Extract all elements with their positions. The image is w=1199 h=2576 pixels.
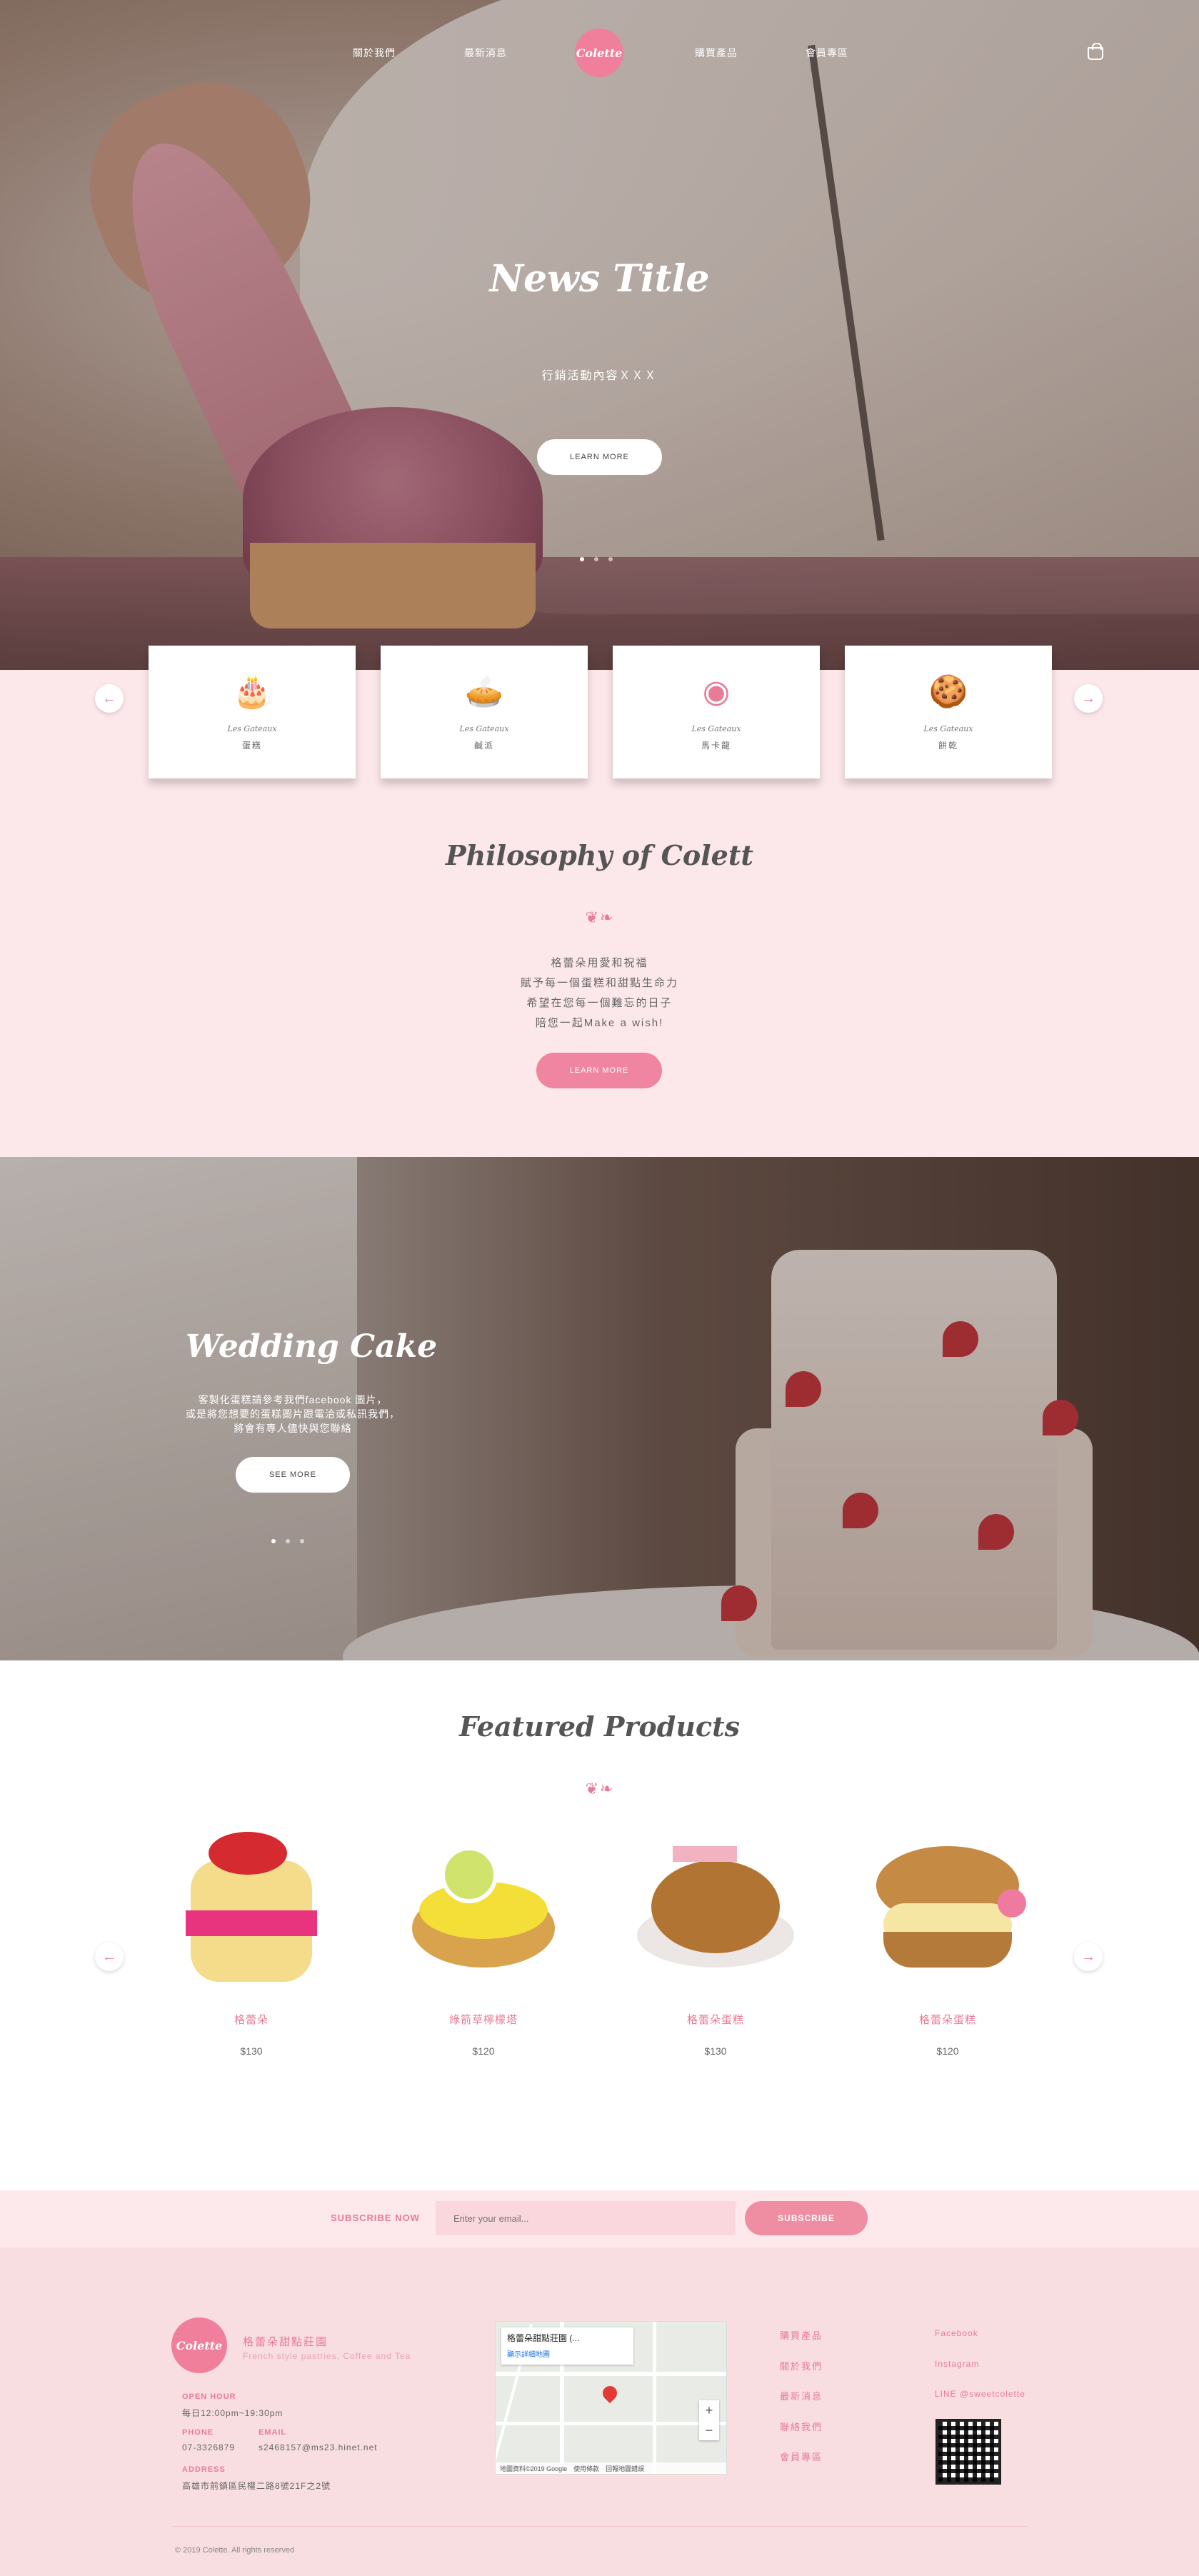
arrow-left-icon: ← (102, 1949, 116, 1965)
wedding-slide-dots (271, 1539, 304, 1543)
product-name[interactable]: 格蕾朵蛋糕 (855, 2012, 1040, 2027)
products-next-button[interactable]: → (1074, 1943, 1103, 1971)
subscribe-label: SUBSCRIBE NOW (331, 2212, 420, 2223)
slide-dot[interactable] (271, 1539, 276, 1543)
product-price: $120 (472, 2045, 495, 2057)
footer-line-link[interactable]: LINE @sweetcolette (935, 2389, 1025, 2399)
product-card[interactable]: 綠箭草檸檬塔 $120 (391, 1818, 576, 2057)
wedding-text: 客製化蛋糕請參考我們facebook 圖片， 或是將您想要的蛋糕圖片跟電洽或私訊… (186, 1394, 400, 1434)
category-card-macaron[interactable]: ◉ Les Gateaux 馬卡龍 (613, 646, 820, 778)
product-image[interactable] (398, 1818, 569, 1989)
subscribe-button[interactable]: SUBSCRIBE (745, 2201, 868, 2235)
footer-link-member[interactable]: 會員專區 (780, 2450, 823, 2463)
philosophy-learn-more-button[interactable]: LEARN MORE (536, 1053, 662, 1088)
phone-label: PHONE (182, 2428, 214, 2437)
copyright: © 2019 Colette. All rights reserved (175, 2546, 295, 2555)
product-price: $130 (704, 2045, 727, 2057)
slide-dot[interactable] (580, 557, 584, 561)
nav-member[interactable]: 會員專區 (806, 46, 848, 60)
slide-dot[interactable] (286, 1539, 290, 1543)
category-next-button[interactable]: → (1074, 684, 1103, 713)
wedding-see-more-button[interactable]: SEE MORE (236, 1457, 350, 1493)
category-card-cake[interactable]: 🎂 Les Gateaux 蛋糕 (149, 646, 356, 778)
product-price: $120 (936, 2045, 959, 2057)
pie-icon: 🥧 (464, 674, 504, 709)
nav-news[interactable]: 最新消息 (464, 46, 507, 60)
footer-link-about[interactable]: 關於我們 (780, 2359, 823, 2372)
phone-value: 07-3326879 (182, 2442, 236, 2452)
macaron-icon: ◉ (702, 674, 731, 709)
footer-link-news[interactable]: 最新消息 (780, 2389, 823, 2402)
product-name[interactable]: 格蕾朵 (159, 2012, 344, 2027)
top-nav: 關於我們 最新消息 Colette 購買產品 會員專區 (0, 21, 1199, 77)
footer-instagram-link[interactable]: Instagram (935, 2359, 979, 2369)
hero-slide-dots (580, 557, 613, 561)
product-image[interactable] (862, 1818, 1033, 1989)
map-zoom-control[interactable]: + − (699, 2400, 719, 2440)
hero-title: News Title (489, 257, 710, 301)
category-card-cookie[interactable]: 🍪 Les Gateaux 餅乾 (845, 646, 1052, 778)
product-image[interactable] (166, 1818, 337, 1989)
zoom-out-icon[interactable]: − (699, 2420, 719, 2440)
address-value: 高雄市前鎮區民權二路8號21F之2號 (182, 2481, 331, 2491)
product-price: $130 (240, 2045, 263, 2057)
cart-icon[interactable] (1088, 43, 1103, 60)
zoom-in-icon[interactable]: + (699, 2400, 719, 2420)
logo[interactable]: Colette (575, 29, 623, 77)
nav-products[interactable]: 購買產品 (695, 46, 738, 60)
category-card-pie[interactable]: 🥧 Les Gateaux 鹹派 (381, 646, 588, 778)
product-name[interactable]: 綠箭草檸檬塔 (391, 2012, 576, 2027)
philosophy-title: Philosophy of Colett (446, 839, 753, 871)
footer-link-contact[interactable]: 聯絡我們 (780, 2420, 823, 2433)
hero-learn-more-button[interactable]: LEARN MORE (537, 439, 662, 475)
philosophy-text: 格蕾朵用愛和祝福 賦予每一個蛋糕和甜點生命力 希望在您每一個難忘的日子 陪您一起… (520, 957, 678, 1029)
featured-title: Featured Products (458, 1710, 741, 1743)
google-map[interactable]: 格蕾朵甜點莊園 (... 顯示詳細地圖 + − 地圖資料©2019 Google … (495, 2321, 727, 2475)
footer-divider (171, 2526, 1028, 2527)
arrow-right-icon: → (1081, 1949, 1095, 1965)
cookie-icon: 🍪 (928, 674, 968, 709)
category-prev-button[interactable]: ← (95, 684, 124, 713)
hero-subtitle: 行銷活動內容ＸＸＸ (541, 370, 658, 382)
footer-facebook-link[interactable]: Facebook (935, 2328, 978, 2338)
arrow-right-icon: → (1081, 691, 1095, 706)
subscribe-email-input[interactable] (436, 2201, 736, 2235)
product-image[interactable] (630, 1818, 801, 1989)
qr-code-icon (935, 2419, 1001, 2485)
product-card[interactable]: 格蕾朵蛋糕 $130 (623, 1818, 808, 2057)
footer-link-products[interactable]: 購買產品 (780, 2328, 823, 2342)
product-name[interactable]: 格蕾朵蛋糕 (623, 2012, 808, 2027)
products-prev-button[interactable]: ← (95, 1943, 124, 1971)
slide-dot[interactable] (300, 1539, 304, 1543)
email-label: EMAIL (259, 2428, 287, 2437)
ornament-icon: ❦❧ (585, 908, 615, 926)
cake-icon: 🎂 (232, 674, 272, 709)
address-label: ADDRESS (182, 2465, 226, 2474)
arrow-left-icon: ← (102, 691, 116, 706)
product-card[interactable]: 格蕾朵蛋糕 $120 (855, 1818, 1040, 2057)
footer-store-name: 格蕾朵甜點莊園 (243, 2336, 328, 2348)
footer-tagline: French style pastries, Coffee and Tea (243, 2351, 411, 2361)
slide-dot[interactable] (594, 557, 598, 561)
product-card[interactable]: 格蕾朵 $130 (159, 1818, 344, 2057)
ornament-icon: ❦❧ (585, 1780, 615, 1798)
wedding-title: Wedding Cake (186, 1328, 438, 1365)
email-value[interactable]: s2468157@ms23.hinet.net (259, 2442, 378, 2452)
map-detail-link[interactable]: 顯示詳細地圖 (507, 2348, 628, 2359)
slide-dot[interactable] (608, 557, 613, 561)
map-info-card: 格蕾朵甜點莊園 (... 顯示詳細地圖 (501, 2327, 633, 2365)
open-hour-value: 每日12:00pm~19:30pm (182, 2408, 284, 2418)
map-pin-icon[interactable] (599, 2382, 621, 2404)
open-hour-label: OPEN HOUR (182, 2392, 236, 2401)
footer-logo[interactable]: Colette (171, 2317, 227, 2373)
nav-about[interactable]: 關於我們 (353, 46, 396, 60)
hero-banner (0, 0, 1199, 670)
